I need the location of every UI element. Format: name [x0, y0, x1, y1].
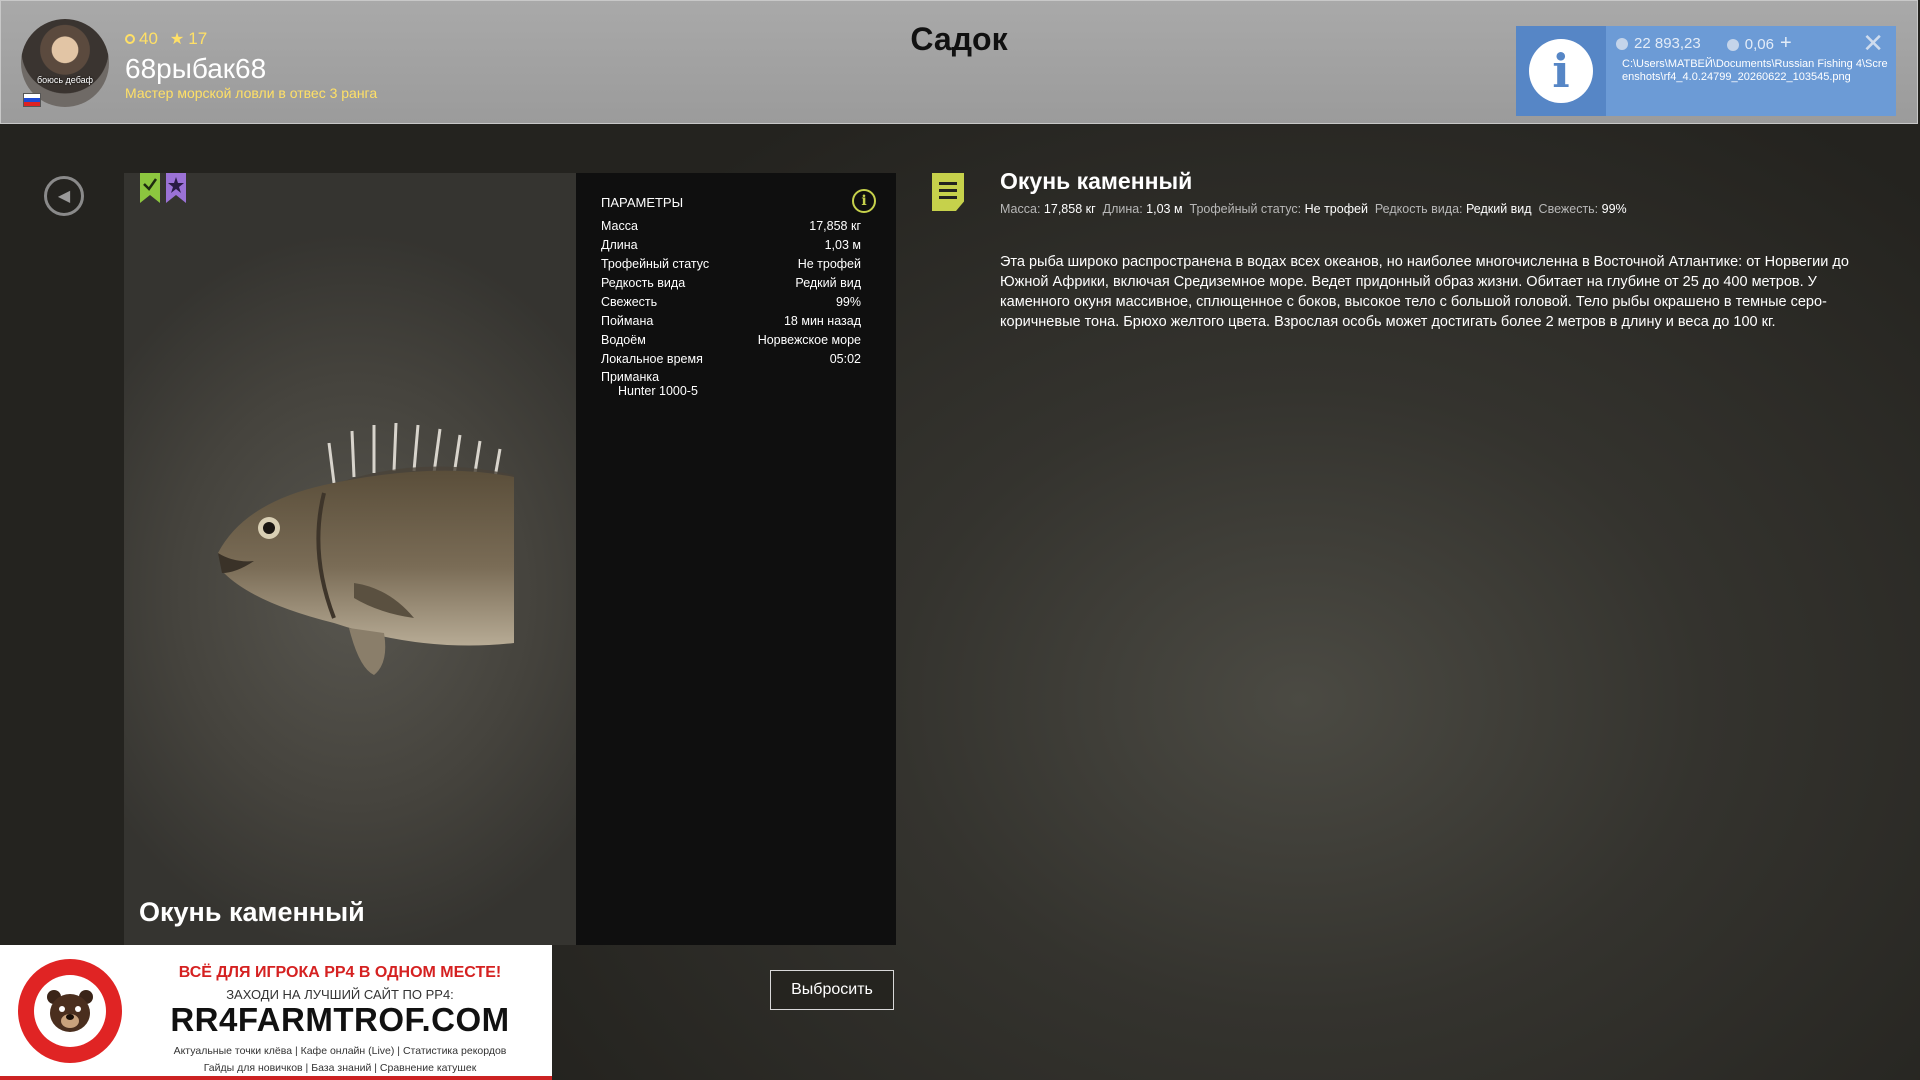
params-panel: ПАРАМЕТРЫ i Масса 17,858 кг Длина 1,03 м Т… [576, 173, 896, 945]
ad-links-line-1: Актуальные точки клёва | Кафе онлайн (Li… [173, 1045, 507, 1057]
summary-label: Масса: [1000, 202, 1041, 216]
silver-coin-icon [1616, 38, 1628, 51]
param-value: 05:02 [829, 352, 861, 366]
param-label: Редкость вида [601, 276, 686, 290]
fish-image-panel: Окунь каменный [124, 173, 576, 945]
info-circle-icon[interactable]: i [852, 189, 876, 213]
param-label: Трофейный статус [601, 257, 710, 271]
gold-coin-icon [1726, 39, 1739, 52]
ad-headline: ВСЁ ДЛЯ ИГРОКА РР4 В ОДНОМ МЕСТЕ! [178, 964, 502, 981]
summary-value: 17,858 кг [1043, 202, 1096, 216]
bear-icon [47, 990, 93, 1032]
ad-logo-inner [34, 975, 106, 1047]
summary-label: Длина: [1102, 202, 1143, 216]
param-value: 99% [835, 295, 861, 309]
param-row-rarity: Редкость вида Редкий вид [601, 274, 861, 293]
summary-label: Трофейный статус: [1189, 202, 1302, 216]
ad-links-line-2: Гайды для новичков | База знаний | Сравн… [203, 1062, 477, 1074]
param-label: Водоём [601, 333, 646, 347]
param-value: 18 мин назад [783, 314, 861, 328]
params-list: Масса 17,858 кг Длина 1,03 м Трофейный ста… [601, 217, 861, 398]
back-arrow-icon: ◀ [57, 188, 71, 205]
param-row-caught: Поймана 18 мин назад [601, 312, 861, 331]
summary-label: Редкость вида: [1374, 202, 1463, 216]
close-icon[interactable]: ✕ [1862, 28, 1884, 59]
fish-name-overlay: Окунь каменный [139, 897, 365, 927]
summary-label: Свежесть: [1538, 202, 1599, 216]
bait-label: Приманка [601, 370, 660, 384]
param-value: Не трофей [797, 257, 861, 271]
currency-bar: 22 893,23 0,06 + [1616, 32, 1792, 55]
summary-value: 99% [1601, 202, 1627, 216]
screenshot-notification[interactable]: i 22 893,23 0,06 + C:\Users\МАТВЕЙ\Docume… [1516, 26, 1896, 116]
discard-button[interactable]: Выбросить [770, 970, 894, 1010]
silver-amount: 22 893,23 [1634, 35, 1701, 52]
avatar-caption: боюсь дебаф [36, 75, 94, 85]
player-rank: Мастер морской ловли в отвес 3 ранга [125, 85, 378, 101]
notes-icon [932, 173, 964, 211]
fish-description: Эта рыба широко распространена в водах в… [1000, 254, 1849, 330]
param-value: 1,03 м [824, 238, 861, 252]
param-row-trophy: Трофейный статус Не трофей [601, 255, 861, 274]
param-label: Поймана [601, 314, 654, 328]
ad-banner[interactable]: ВСЁ ДЛЯ ИГРОКА РР4 В ОДНОМ МЕСТЕ! ЗАХОДИ… [0, 945, 552, 1080]
ad-domain[interactable]: RR4FARMTROF.COM [140, 1001, 540, 1039]
param-row-freshness: Свежесть 99% [601, 293, 861, 312]
param-label: Длина [601, 238, 638, 252]
param-label: Масса [601, 219, 638, 233]
note-line [939, 182, 957, 185]
ad-logo [18, 959, 122, 1063]
screenshot-path: C:\Users\МАТВЕЙ\Documents\Russian Fishin… [1622, 58, 1888, 83]
param-value: 17,858 кг [809, 219, 861, 233]
fish-illustration [218, 422, 514, 675]
summary-value: Не трофей [1304, 202, 1368, 216]
gold-balance: 0,06 + [1726, 32, 1792, 55]
bookmark-check-icon[interactable] [140, 173, 160, 203]
ad-subheadline: ЗАХОДИ НА ЛУЧШИЙ САЙТ ПО РР4: [226, 987, 454, 1002]
back-button[interactable]: ◀ [44, 176, 84, 216]
fish-title: Окунь каменный [1000, 168, 1193, 194]
summary-value: Редкий вид [1466, 202, 1532, 216]
top-bar: боюсь дебаф 40 ★ 17 68рыбак68 Мастер мор… [0, 0, 1918, 124]
bait-value: Hunter 1000-5 [618, 384, 698, 398]
param-label: Локальное время [601, 352, 703, 366]
info-icon: i [1529, 39, 1593, 103]
country-flag-icon [23, 93, 41, 107]
param-row-length: Длина 1,03 м [601, 236, 861, 255]
note-line [939, 189, 957, 192]
param-row-water: Водоём Норвежское море [601, 331, 861, 350]
silver-balance: 22 893,23 [1616, 35, 1701, 52]
param-value: Редкий вид [795, 276, 861, 290]
notification-icon-box: i [1516, 26, 1606, 116]
gold-amount: 0,06 [1744, 36, 1774, 53]
bookmark-favorite-icon[interactable] [166, 173, 186, 203]
add-funds-icon[interactable]: + [1780, 32, 1792, 54]
params-title: ПАРАМЕТРЫ [601, 195, 684, 210]
note-line [939, 196, 957, 199]
fish-summary: Масса: 17,858 кг Длина: 1,03 м Трофейный… [1000, 202, 1627, 216]
param-row-local-time: Локальное время 05:02 [601, 350, 861, 369]
param-value: Норвежское море [757, 333, 861, 347]
param-row-mass: Масса 17,858 кг [601, 217, 861, 236]
param-label: Свежесть [601, 295, 658, 309]
summary-value: 1,03 м [1146, 202, 1183, 216]
